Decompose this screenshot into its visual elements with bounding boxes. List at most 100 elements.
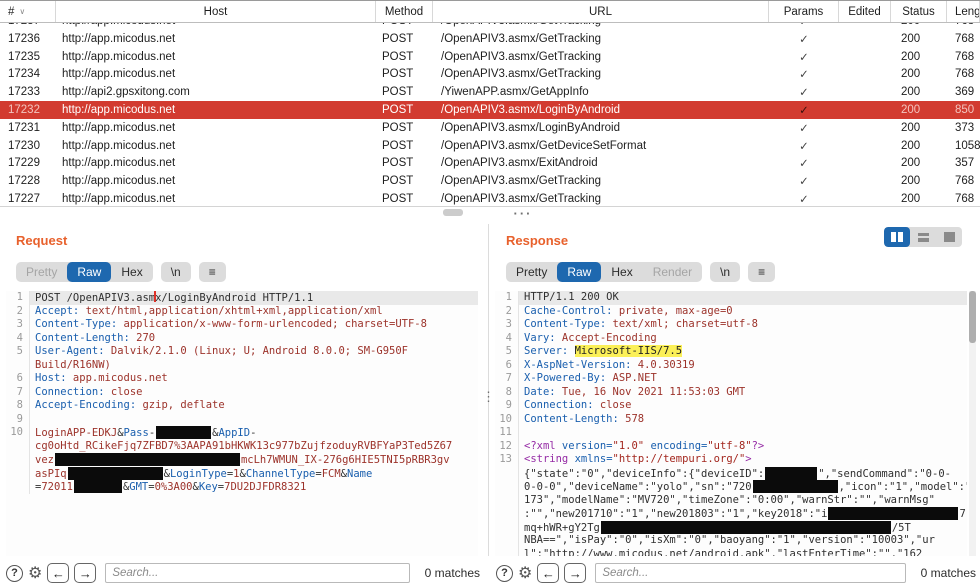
editor-line[interactable]: Build/R16NW) bbox=[6, 359, 478, 373]
editor-line[interactable]: vezmcLh7WMUN_IX-276g6HIE5TNI5pRBR3gv bbox=[6, 453, 478, 467]
tab-newline[interactable]: \n bbox=[161, 262, 191, 282]
prev-match-button[interactable]: ← bbox=[47, 563, 69, 583]
code-text: Vary: Accept-Encoding bbox=[519, 332, 967, 346]
editor-line[interactable]: 173","modelName":"MV720","timeZone":"0:0… bbox=[495, 494, 967, 508]
tab-pretty[interactable]: Pretty bbox=[506, 262, 557, 282]
editor-line[interactable]: 4Content-Length: 270 bbox=[6, 332, 478, 346]
single-panel-button[interactable] bbox=[936, 227, 962, 247]
next-match-button[interactable]: → bbox=[564, 563, 586, 583]
code-text: 0-0-0","deviceName":"yolo","sn":"720,"ic… bbox=[519, 480, 967, 494]
editor-line[interactable]: cg0oHtd_RCikeFjq7ZFBD7%3AAPA91bHKWK13c97… bbox=[6, 440, 478, 454]
history-row[interactable]: 17229http://app.micodus.netPOST/OpenAPIV… bbox=[0, 155, 980, 173]
cell: 17230 bbox=[0, 137, 56, 155]
editor-line[interactable]: asPIq&LoginType=1&ChannelType=FCM&Name bbox=[6, 467, 478, 481]
column-header-status[interactable]: Status bbox=[891, 1, 947, 22]
tab-raw[interactable]: Raw bbox=[557, 262, 601, 282]
editor-line[interactable]: 10Content-Length: 578 bbox=[495, 413, 967, 427]
code-text: l":"http://www.micodus.net/android.apk",… bbox=[519, 548, 967, 557]
help-icon[interactable]: ? bbox=[496, 565, 513, 582]
editor-line[interactable]: 1HTTP/1.1 200 OK bbox=[495, 291, 967, 305]
response-tabstrip: PrettyRawHexRender \n ≡ bbox=[506, 261, 775, 282]
editor-line[interactable]: 6Host: app.micodus.net bbox=[6, 372, 478, 386]
horizontal-splitter-handle[interactable]: ··· bbox=[503, 206, 543, 222]
tab-render[interactable]: Render bbox=[643, 262, 702, 282]
editor-line[interactable]: NBA==","isPay":"0","isXm":"0","baoyang":… bbox=[495, 534, 967, 548]
history-row[interactable]: 17233http://api2.gpsxitong.comPOST/Yiwen… bbox=[0, 83, 980, 101]
column-header-edited[interactable]: Edited bbox=[839, 1, 891, 22]
editor-line[interactable]: 5Server: Microsoft-IIS/7.5 bbox=[495, 345, 967, 359]
editor-line[interactable]: 6X-AspNet-Version: 4.0.30319 bbox=[495, 359, 967, 373]
history-row[interactable]: 17232http://app.micodus.netPOST/OpenAPIV… bbox=[0, 101, 980, 119]
editor-line[interactable]: {"state":"0","deviceInfo":{"deviceID":",… bbox=[495, 467, 967, 481]
editor-line[interactable]: :"","new201710":"1","new201803":"1","key… bbox=[495, 507, 967, 521]
history-row[interactable]: 17227http://app.micodus.netPOST/OpenAPIV… bbox=[0, 190, 980, 207]
history-row[interactable]: 17231http://app.micodus.netPOST/OpenAPIV… bbox=[0, 119, 980, 137]
editor-line[interactable]: mq+hWR+gY2Tg/5T bbox=[495, 521, 967, 535]
search-input[interactable] bbox=[105, 563, 409, 583]
response-scrollbar-thumb[interactable] bbox=[969, 291, 976, 343]
code-text: POST /OpenAPIV3.asmx/LoginByAndroid HTTP… bbox=[30, 291, 478, 305]
editor-line[interactable]: 3Content-Type: application/x-www-form-ur… bbox=[6, 318, 478, 332]
line-number: 5 bbox=[495, 345, 519, 359]
editor-line[interactable]: 9Connection: close bbox=[495, 399, 967, 413]
editor-line[interactable]: 7X-Powered-By: ASP.NET bbox=[495, 372, 967, 386]
editor-line[interactable]: 10LoginAPP-EDKJ&Pass-&AppID- bbox=[6, 426, 478, 440]
history-row[interactable]: 17230http://app.micodus.netPOST/OpenAPIV… bbox=[0, 137, 980, 155]
editor-line[interactable]: 4Vary: Accept-Encoding bbox=[495, 332, 967, 346]
cell: http://app.micodus.net bbox=[56, 30, 376, 48]
tab-hex[interactable]: Hex bbox=[601, 262, 642, 282]
response-editor[interactable]: 1HTTP/1.1 200 OK2Cache-Control: private,… bbox=[495, 291, 967, 556]
editor-line[interactable]: 5User-Agent: Dalvik/2.1.0 (Linux; U; And… bbox=[6, 345, 478, 359]
column-header-length[interactable]: Length bbox=[947, 1, 980, 22]
code-segment: > bbox=[745, 453, 751, 465]
history-row[interactable]: 17237http://app.micodus.netPOST/OpenAPIV… bbox=[0, 23, 980, 30]
editor-line[interactable]: 7Connection: close bbox=[6, 386, 478, 400]
editor-line[interactable]: 3Content-Type: text/xml; charset=utf-8 bbox=[495, 318, 967, 332]
history-row[interactable]: 17236http://app.micodus.netPOST/OpenAPIV… bbox=[0, 30, 980, 48]
column-header-url[interactable]: URL bbox=[433, 1, 769, 22]
gear-icon[interactable]: ⚙ bbox=[518, 565, 532, 582]
line-number bbox=[495, 467, 519, 481]
history-row[interactable]: 17228http://app.micodus.netPOST/OpenAPIV… bbox=[0, 172, 980, 190]
editor-line[interactable]: 8Accept-Encoding: gzip, deflate bbox=[6, 399, 478, 413]
column-header-num[interactable]: #∨ bbox=[0, 1, 56, 22]
columns-layout-button[interactable] bbox=[884, 227, 910, 247]
history-row[interactable]: 17235http://app.micodus.netPOST/OpenAPIV… bbox=[0, 48, 980, 66]
editor-line[interactable]: 9 bbox=[6, 413, 478, 427]
column-header-params[interactable]: Params bbox=[769, 1, 839, 22]
horizontal-scrollbar-thumb[interactable] bbox=[443, 209, 463, 216]
editor-line[interactable]: l":"http://www.micodus.net/android.apk",… bbox=[495, 548, 967, 557]
redacted-block bbox=[828, 507, 958, 520]
history-row[interactable]: 17234http://app.micodus.netPOST/OpenAPIV… bbox=[0, 66, 980, 84]
editor-menu-button[interactable]: ≡ bbox=[199, 262, 226, 282]
gear-icon[interactable]: ⚙ bbox=[28, 565, 42, 582]
search-input[interactable] bbox=[595, 563, 905, 583]
editor-line[interactable]: 13<string xmlns="http://tempuri.org/"> bbox=[495, 453, 967, 467]
next-match-button[interactable]: → bbox=[74, 563, 96, 583]
editor-line[interactable]: =72011&GMT=0%3A00&Key=7DU2DJFDR8321 bbox=[6, 480, 478, 494]
column-header-method[interactable]: Method bbox=[376, 1, 433, 22]
tab-hex[interactable]: Hex bbox=[111, 262, 152, 282]
tab-newline[interactable]: \n bbox=[710, 262, 740, 282]
rows-layout-button[interactable] bbox=[910, 227, 936, 247]
code-segment: LoginAPP-EDKJ bbox=[35, 427, 117, 439]
tab-pretty[interactable]: Pretty bbox=[16, 262, 67, 282]
column-header-host[interactable]: Host bbox=[56, 1, 376, 22]
column-header-label: Params bbox=[784, 6, 824, 18]
editor-line[interactable]: 0-0-0","deviceName":"yolo","sn":"720,"ic… bbox=[495, 480, 967, 494]
tab-raw[interactable]: Raw bbox=[67, 262, 111, 282]
code-segment: 72011 bbox=[41, 481, 73, 493]
editor-line[interactable]: 8Date: Tue, 16 Nov 2021 11:53:03 GMT bbox=[495, 386, 967, 400]
editor-line[interactable]: 2Cache-Control: private, max-age=0 bbox=[495, 305, 967, 319]
editor-menu-button[interactable]: ≡ bbox=[748, 262, 775, 282]
editor-line[interactable]: 11 bbox=[495, 426, 967, 440]
prev-match-button[interactable]: ← bbox=[537, 563, 559, 583]
vertical-splitter-handle[interactable]: ⋮ bbox=[482, 392, 494, 418]
editor-line[interactable]: 1POST /OpenAPIV3.asmx/LoginByAndroid HTT… bbox=[6, 291, 478, 305]
editor-line[interactable]: 2Accept: text/html,application/xhtml+xml… bbox=[6, 305, 478, 319]
code-segment: {"state":"0","deviceInfo":{"deviceID": bbox=[524, 468, 764, 480]
help-icon[interactable]: ? bbox=[6, 565, 23, 582]
line-number: 7 bbox=[6, 386, 30, 400]
request-editor[interactable]: 1POST /OpenAPIV3.asmx/LoginByAndroid HTT… bbox=[6, 291, 478, 556]
editor-line[interactable]: 12<?xml version="1.0" encoding="utf-8"?> bbox=[495, 440, 967, 454]
